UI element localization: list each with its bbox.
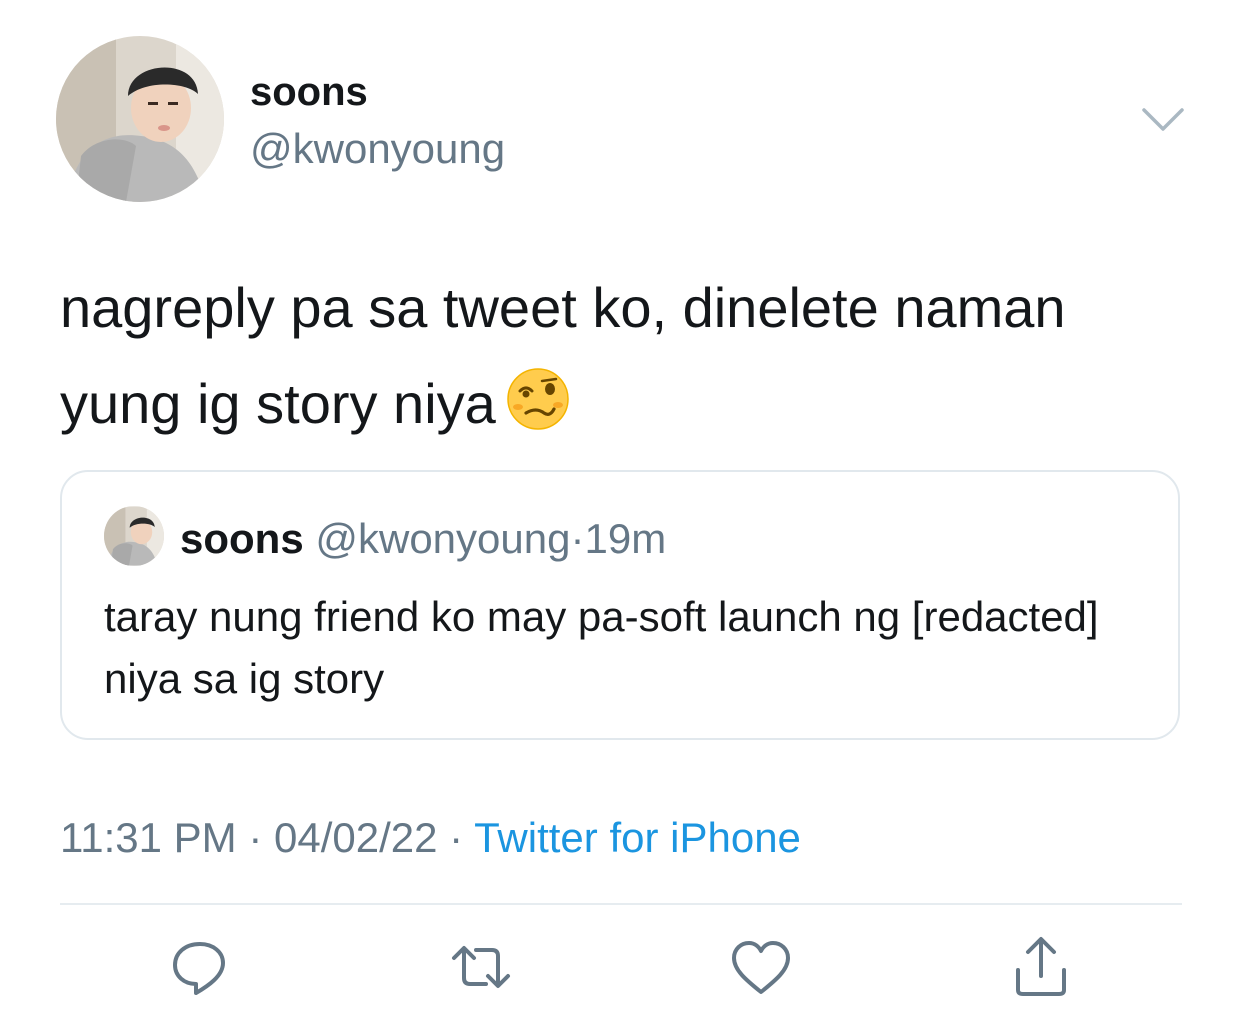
tweet-time: 11:31 PM: [60, 814, 237, 861]
tweet-source-link[interactable]: Twitter for iPhone: [474, 814, 801, 861]
tweet-date: 04/02/22: [274, 814, 438, 861]
divider: [60, 903, 1182, 905]
chevron-down-icon[interactable]: [1140, 102, 1186, 136]
woozy-face-emoji-icon: [506, 364, 570, 430]
tweet-body: nagreply pa sa tweet ko, dinelete naman …: [60, 260, 1180, 452]
quote-timestamp: 19m: [584, 515, 667, 562]
quote-separator: ·: [570, 515, 585, 562]
like-icon[interactable]: [726, 932, 796, 1002]
retweet-icon[interactable]: [446, 932, 516, 1002]
share-icon[interactable]: [1006, 932, 1076, 1002]
profile-photo: [56, 36, 224, 202]
author-display-name[interactable]: soons: [250, 68, 368, 116]
quote-text: taray nung friend ko may pa-soft launch …: [104, 593, 1099, 702]
meta-separator: ·: [449, 814, 464, 861]
quote-profile-photo: [104, 506, 164, 566]
quote-avatar[interactable]: [104, 506, 164, 566]
tweet-meta: 11:31 PM · 04/02/22 · Twitter for iPhone: [60, 812, 801, 864]
author-handle[interactable]: @kwonyoung: [250, 124, 505, 174]
quote-display-name: soons: [180, 515, 304, 562]
quoted-tweet-card[interactable]: soons @kwonyoung·19m taray nung friend k…: [60, 470, 1180, 740]
author-avatar[interactable]: [56, 36, 224, 202]
meta-separator: ·: [248, 814, 263, 861]
quote-header: soons @kwonyoung·19m: [180, 514, 666, 564]
quote-handle: @kwonyoung: [315, 515, 571, 562]
reply-icon[interactable]: [165, 932, 235, 1002]
